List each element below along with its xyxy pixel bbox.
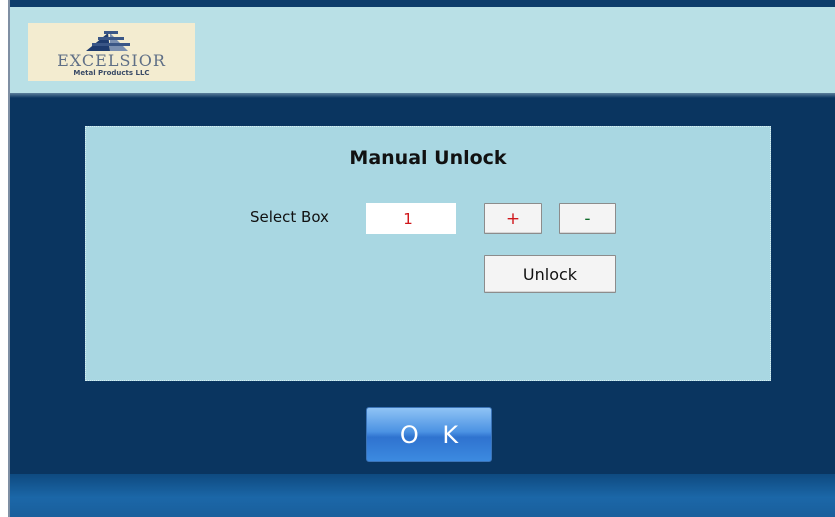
manual-unlock-panel: Manual Unlock Select Box + - Unlock (85, 126, 771, 381)
logo-subtitle: Metal Products LLC (73, 69, 150, 77)
logo-wordmark: EXCELSIOR (57, 51, 166, 70)
decrement-button[interactable]: - (559, 203, 616, 234)
panel-title: Manual Unlock (349, 147, 507, 169)
unlock-button[interactable]: Unlock (484, 255, 616, 293)
box-number-field[interactable] (366, 203, 456, 234)
increment-button[interactable]: + (484, 203, 542, 234)
ok-button[interactable]: O K (366, 407, 492, 462)
excelsior-logo: EXCELSIOR Metal Products LLC (28, 23, 195, 81)
kiosk-window: EXCELSIOR Metal Products LLC Manual Unlo… (8, 0, 835, 517)
header-band: EXCELSIOR Metal Products LLC (10, 7, 835, 93)
header-divider (10, 93, 835, 98)
top-edge-bar (10, 0, 835, 7)
footer-band (10, 474, 835, 517)
select-box-label: Select Box (250, 208, 329, 226)
